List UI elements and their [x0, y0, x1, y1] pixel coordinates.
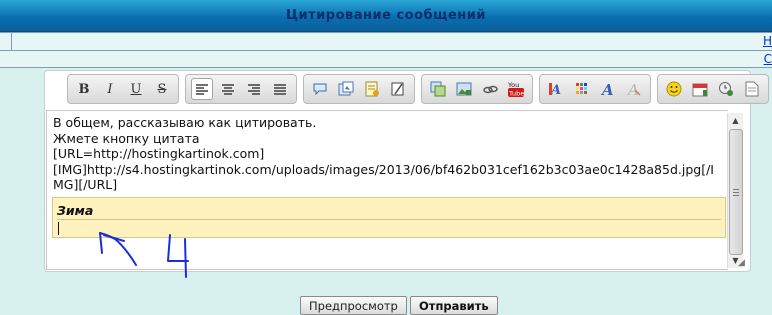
text-color-icon: A [549, 83, 561, 97]
image-insert-icon [338, 81, 354, 96]
editor-toolbar: B I U S You Tube A A A [67, 74, 769, 104]
justify-button[interactable] [269, 78, 291, 100]
scroll-thumb[interactable] [729, 129, 743, 255]
justify-icon [274, 83, 286, 95]
text-style-group: B I U S [67, 74, 179, 104]
resize-handle-icon[interactable]: ◢ [738, 258, 745, 268]
extras-group [657, 74, 769, 104]
quote-divider [57, 219, 721, 220]
italic-icon: I [107, 81, 113, 97]
arrow-stroke [99, 232, 137, 266]
scroll-up-arrow-icon[interactable]: ▲ [728, 113, 743, 128]
italic-button[interactable]: I [99, 78, 121, 100]
clock-search-button[interactable] [715, 78, 737, 100]
copy-button[interactable] [427, 78, 449, 100]
image-insert-button[interactable] [335, 78, 357, 100]
clock-search-icon [719, 82, 733, 96]
message-text: В общем, рассказываю как цитировать. Жме… [53, 115, 714, 192]
bold-button[interactable]: B [73, 78, 95, 100]
image-icon [456, 82, 472, 96]
link-icon [483, 85, 498, 94]
quote-icon [313, 83, 327, 96]
copy-icon [430, 81, 446, 97]
edge-link-1[interactable]: Н [763, 34, 772, 48]
document-button[interactable] [741, 78, 763, 100]
align-left-icon [196, 83, 208, 95]
font-button[interactable]: A [597, 78, 619, 100]
color-palette-icon [576, 83, 587, 94]
align-right-icon [248, 83, 260, 95]
underline-icon: U [130, 81, 142, 97]
document-icon [745, 81, 759, 97]
color-palette-button[interactable] [571, 78, 593, 100]
align-center-button[interactable] [217, 78, 239, 100]
svg-text:Tube: Tube [508, 90, 524, 98]
handwritten-arrow-annotation [99, 232, 189, 278]
text-caret [58, 222, 59, 235]
youtube-icon: YouTube [507, 81, 524, 98]
window-title: Цитирование сообщений [285, 8, 486, 23]
font-icon: A [600, 81, 614, 97]
window-title-bar: Цитирование сообщений [0, 0, 772, 32]
attach-note-icon [365, 81, 379, 97]
calendar-button[interactable] [689, 78, 711, 100]
align-left-button[interactable] [191, 78, 213, 100]
svg-text:A: A [600, 81, 614, 97]
insert-group [303, 74, 415, 104]
font-group: A A A [539, 74, 651, 104]
quote-author: Зима [57, 203, 94, 218]
header-row: Н [0, 32, 772, 51]
preview-button[interactable]: Предпросмотр [300, 296, 407, 315]
smiley-button[interactable] [663, 78, 685, 100]
alignment-group [185, 74, 297, 104]
arrow-head-top [103, 234, 125, 242]
youtube-button[interactable]: You Tube [505, 78, 527, 100]
smiley-icon [666, 81, 682, 97]
underline-button[interactable]: U [125, 78, 147, 100]
strikethrough-icon: S [157, 81, 167, 97]
grip-icon [733, 188, 739, 196]
attach-note-button[interactable] [361, 78, 383, 100]
link-button[interactable] [479, 78, 501, 100]
clear-format-button[interactable]: A [623, 78, 645, 100]
media-group: You Tube [421, 74, 533, 104]
edit-icon [391, 82, 404, 96]
bold-icon: B [78, 81, 90, 97]
arrow-head-left [99, 232, 103, 254]
textarea-scrollbar[interactable]: ▲ ▼ [727, 113, 743, 268]
svg-text:A: A [626, 81, 639, 97]
header-divider [11, 33, 12, 50]
submit-button[interactable]: Отправить [410, 296, 498, 315]
calendar-icon [692, 83, 708, 97]
scribble-number-stroke-b [184, 238, 187, 278]
edge-link-2[interactable]: С [764, 52, 772, 66]
clear-format-icon: A [626, 81, 641, 97]
align-center-icon [222, 83, 234, 95]
image-button[interactable] [453, 78, 475, 100]
align-right-button[interactable] [243, 78, 265, 100]
strikethrough-button[interactable]: S [151, 78, 173, 100]
subheader-row: С [0, 51, 772, 68]
svg-text:You: You [507, 81, 519, 89]
quote-button[interactable] [309, 78, 331, 100]
text-color-button[interactable]: A [545, 78, 567, 100]
edit-button[interactable] [387, 78, 409, 100]
